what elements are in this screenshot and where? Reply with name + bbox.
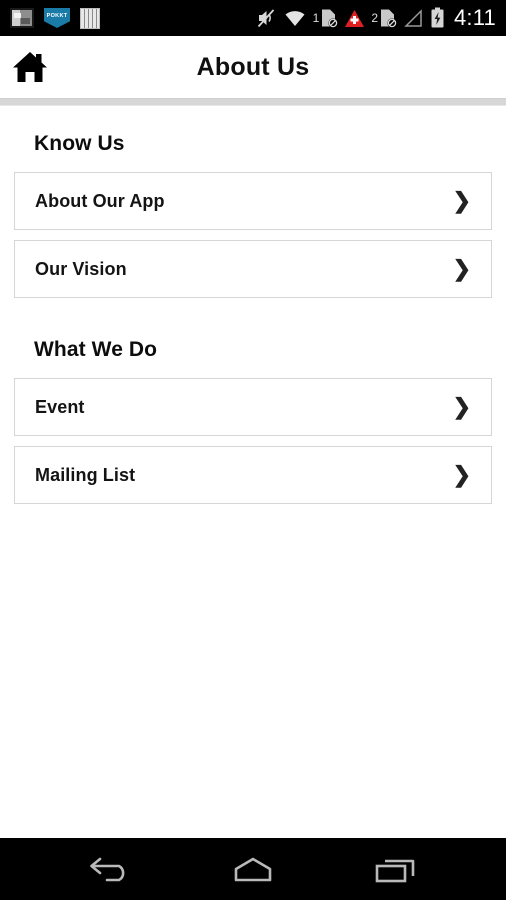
back-button[interactable] xyxy=(79,846,143,892)
content-area: Know Us About Our App ❯ Our Vision ❯ Wha… xyxy=(0,106,506,838)
chevron-right-icon: ❯ xyxy=(452,462,471,487)
sim1-number: 1 xyxy=(312,11,320,25)
list-item-event[interactable]: Event ❯ xyxy=(14,378,492,436)
sim2-disabled-icon: 2 xyxy=(371,8,397,29)
cellular-signal-icon xyxy=(403,8,424,28)
page-title: About Us xyxy=(196,52,310,81)
home-outline-icon xyxy=(225,852,281,886)
recent-apps-icon xyxy=(367,852,423,886)
chevron-right-icon: ❯ xyxy=(452,188,471,213)
list-item-label: Our Vision xyxy=(35,258,127,279)
status-bar-system-icons: 1 2 4:11 xyxy=(255,7,496,29)
list-item-label: Event xyxy=(35,396,85,417)
chevron-right-icon: ❯ xyxy=(452,256,471,281)
home-icon xyxy=(12,50,48,84)
section-header-what-we-do: What We Do xyxy=(34,338,158,361)
battery-charging-icon xyxy=(430,7,445,29)
equalizer-bars-icon xyxy=(80,7,100,29)
sim2-number: 2 xyxy=(371,11,378,25)
app-bar: About Us xyxy=(0,36,506,98)
list-item-mailing-list[interactable]: Mailing List ❯ xyxy=(14,446,492,504)
home-icon-button[interactable] xyxy=(8,45,52,89)
back-arrow-icon xyxy=(83,852,139,886)
screenshot-notification-icon xyxy=(10,8,34,28)
app-bar-divider xyxy=(0,98,506,106)
status-bar-notifications: POKKT xyxy=(10,7,100,29)
volume-mute-icon xyxy=(255,7,277,29)
alert-triangle-icon xyxy=(344,9,365,28)
status-bar: POKKT 1 2 4:11 xyxy=(0,0,506,36)
status-bar-clock: 4:11 xyxy=(454,5,496,30)
list-item-label: Mailing List xyxy=(35,464,136,485)
chevron-right-icon: ❯ xyxy=(452,394,471,419)
recent-apps-button[interactable] xyxy=(363,846,427,892)
section-header-know-us: Know Us xyxy=(34,132,125,155)
home-button[interactable] xyxy=(221,846,285,892)
pokkt-notification-icon: POKKT xyxy=(44,8,70,28)
wifi-icon xyxy=(283,8,307,28)
pokkt-icon-label: POKKT xyxy=(46,13,68,19)
phone-screen: POKKT 1 2 4:11 About Us Know Us About Ou… xyxy=(0,0,506,900)
android-navigation-bar xyxy=(0,838,506,900)
list-item-label: About Our App xyxy=(35,190,165,211)
list-item-our-vision[interactable]: Our Vision ❯ xyxy=(14,240,492,298)
sim1-disabled-icon: 1 xyxy=(313,8,339,29)
list-item-about-our-app[interactable]: About Our App ❯ xyxy=(14,172,492,230)
